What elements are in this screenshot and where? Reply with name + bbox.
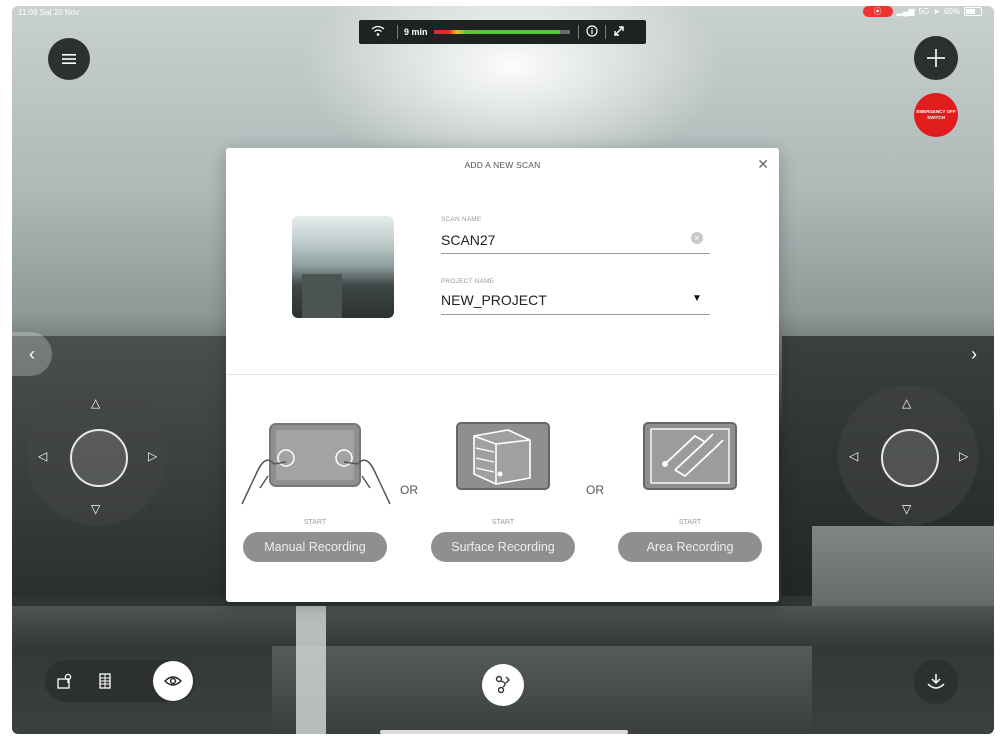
close-icon[interactable]: ✕	[757, 156, 769, 173]
eye-icon[interactable]	[153, 661, 193, 701]
download-button[interactable]	[914, 660, 958, 704]
scan-preview-thumbnail	[292, 216, 394, 318]
project-name-underline	[441, 314, 710, 315]
signal-icon: ▂▄▆	[896, 7, 915, 16]
scan-name-underline	[441, 253, 710, 254]
map-pin-icon[interactable]	[45, 661, 85, 701]
expand-icon[interactable]	[606, 25, 632, 40]
arrow-up-icon: △	[91, 396, 101, 410]
battery-label: 60%	[943, 7, 960, 16]
background-roof	[12, 606, 994, 646]
scan-name-label: SCAN NAME	[441, 216, 482, 223]
download-rotate-icon	[927, 674, 945, 689]
info-icon[interactable]	[579, 24, 605, 40]
clear-input-icon[interactable]: ×	[691, 232, 703, 244]
menu-button[interactable]	[48, 38, 90, 80]
location-icon: ➤	[933, 7, 940, 16]
dropdown-arrow-icon[interactable]: ▼	[692, 293, 702, 304]
screen-record-indicator: ⦿	[862, 6, 893, 17]
path-icon	[495, 675, 510, 694]
surface-scan-icon[interactable]	[456, 422, 550, 495]
path-button[interactable]	[482, 664, 524, 706]
arrow-left-icon: ◁	[38, 449, 48, 463]
dialog-divider	[226, 374, 779, 375]
start-label: START	[303, 519, 327, 526]
area-recording-button[interactable]: Area Recording	[618, 532, 762, 562]
scanner-battery-empty	[560, 30, 570, 34]
arrow-down-icon: ▽	[902, 502, 912, 516]
building-icon[interactable]	[85, 661, 125, 701]
scan-duration: 9 min	[404, 27, 428, 37]
surface-recording-button[interactable]: Surface Recording	[431, 532, 575, 562]
network-label: 5G	[918, 7, 930, 16]
manual-recording-button[interactable]: Manual Recording	[243, 532, 387, 562]
joystick-knob[interactable]	[70, 429, 128, 487]
or-separator: OR	[400, 483, 418, 497]
view-mode-group	[45, 660, 195, 702]
status-indicators: ⦿ ▂▄▆ 5G ➤ 60%	[862, 6, 982, 17]
start-label: START	[678, 519, 702, 526]
battery-icon	[964, 7, 982, 16]
arrow-right-icon: ▷	[148, 449, 158, 463]
project-name-select[interactable]: NEW_PROJECT	[441, 292, 547, 308]
arrow-right-icon: ▷	[959, 449, 969, 463]
wifi-icon[interactable]	[359, 25, 397, 40]
area-scan-icon[interactable]	[643, 422, 737, 495]
scanner-battery-fill	[433, 30, 560, 34]
arrow-left-icon: ◁	[849, 449, 859, 463]
background-floor	[272, 646, 812, 734]
or-separator: OR	[586, 483, 604, 497]
menu-icon	[62, 54, 76, 64]
emergency-off-button[interactable]: EMERGENCY OFF SWITCH	[914, 93, 958, 137]
project-name-label: PROJECT NAME	[441, 278, 495, 285]
arrow-down-icon: ▽	[91, 502, 101, 516]
joystick-left[interactable]: △ ▽ ◁ ▷	[27, 386, 167, 526]
dialog-title: ADD A NEW SCAN	[464, 160, 541, 170]
scanner-status-bar: 9 min	[359, 20, 646, 44]
home-indicator[interactable]	[380, 730, 628, 734]
joystick-knob[interactable]	[881, 429, 939, 487]
arrow-up-icon: △	[902, 396, 912, 410]
status-time: 11:09 Sat 20 Nov	[18, 8, 80, 17]
joystick-right[interactable]: △ ▽ ◁ ▷	[838, 386, 978, 526]
background-pillar	[296, 606, 326, 734]
scan-name-input[interactable]: SCAN27	[441, 232, 495, 248]
nav-next-button[interactable]: ›	[954, 332, 994, 376]
tablet-hands-icon[interactable]	[240, 418, 392, 513]
plus-icon	[927, 49, 945, 67]
scanner-battery-bar	[433, 30, 570, 34]
add-scan-dialog: ADD A NEW SCAN ✕ SCAN NAME SCAN27 × PROJ…	[226, 148, 779, 602]
start-label: START	[491, 519, 515, 526]
add-button[interactable]	[914, 36, 958, 80]
